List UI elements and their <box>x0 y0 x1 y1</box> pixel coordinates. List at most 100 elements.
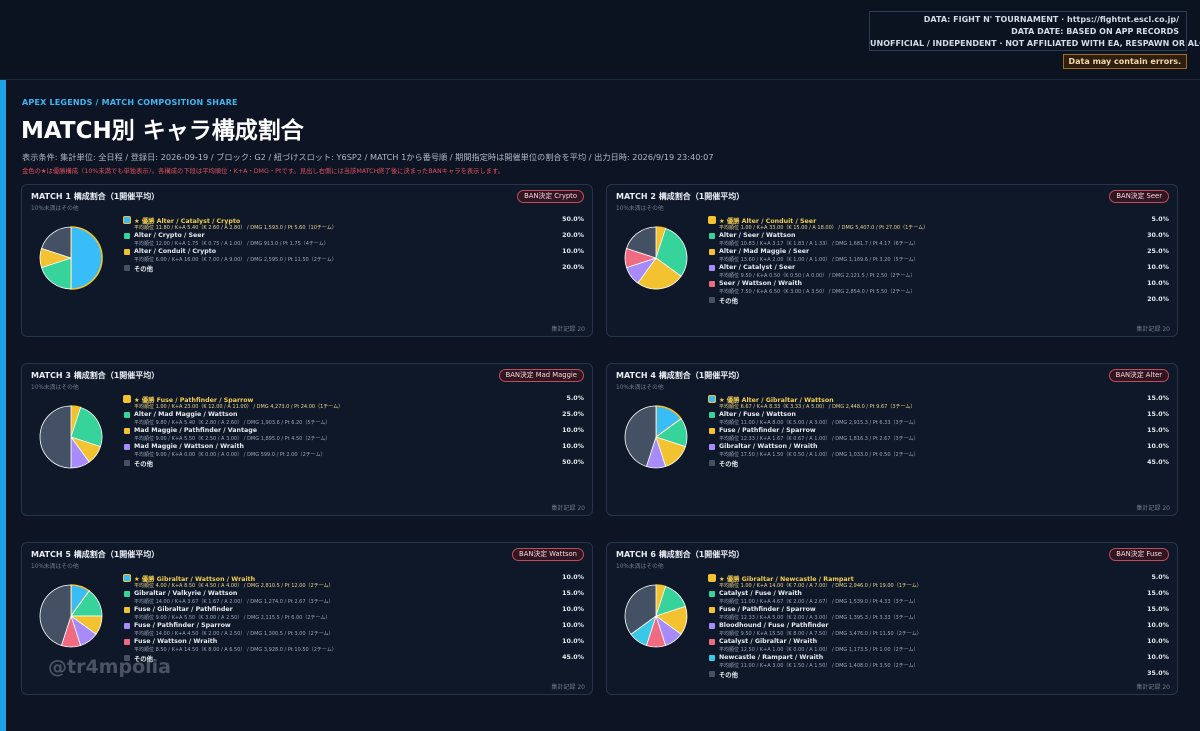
legend-percent: 30.0% <box>1147 232 1169 239</box>
chart-legend: ★ 優勝 Fuse / Pathfinder / Sparrow 平均順位 1.0… <box>124 395 584 472</box>
legend-percent: 10.0% <box>562 574 584 581</box>
legend-percent: 45.0% <box>562 654 584 661</box>
legend-swatch <box>124 265 130 271</box>
legend-stats: 平均順位 6.00 / K+A 16.00（K 7.00 / A 9.00） /… <box>134 257 337 263</box>
legend-label: Fuse / Pathfinder / Sparrow <box>134 622 231 629</box>
legend-label: Alter / Conduit / Crypto <box>134 248 217 255</box>
legend-stats: 平均順位 9.50 / K+A 15.50（K 8.00 / A 7.50） /… <box>719 631 922 637</box>
legend-percent: 15.0% <box>1147 411 1169 418</box>
record-count: 集計記録 20 <box>1136 684 1170 691</box>
credit-date: DATA DATE: BASED ON APP RECORDS <box>1011 27 1179 36</box>
pie-chart <box>39 397 103 477</box>
legend-item: ★ 優勝 Gibraltar / Newcastle / Rampart 平均順位… <box>709 574 1169 590</box>
credit-disclaimer: UNOFFICIAL / INDEPENDENT · NOT AFFILIATE… <box>870 39 1200 48</box>
legend-swatch <box>709 249 715 255</box>
legend-swatch <box>709 281 715 287</box>
legend-swatch <box>709 460 715 466</box>
legend-swatch <box>709 217 715 223</box>
legend-percent: 25.0% <box>1147 248 1169 255</box>
ban-badge: BAN決定 Alter <box>1108 369 1169 382</box>
legend-swatch <box>709 265 715 271</box>
record-count: 集計記録 20 <box>551 684 585 691</box>
legend-swatch <box>124 217 130 223</box>
legend-stats: 平均順位 9.80 / K+A 5.40（K 2.80 / A 2.60） / … <box>134 420 331 426</box>
legend-percent: 10.0% <box>562 427 584 434</box>
legend-percent: 10.0% <box>1147 264 1169 271</box>
ban-badge: BAN決定 Fuse <box>1109 548 1169 561</box>
record-count: 集計記録 20 <box>551 326 585 333</box>
legend-swatch <box>709 233 715 239</box>
legend-stats: 平均順位 9.00 / K+A 0.00（K 0.00 / A 0.00） / … <box>134 452 326 458</box>
legend-percent: 50.0% <box>562 459 584 466</box>
legend-swatch <box>124 460 130 466</box>
legend-item: その他 20.0% <box>124 264 584 277</box>
chart-legend: ★ 優勝 Alter / Gibraltar / Wattson 平均順位 6.6… <box>709 395 1169 472</box>
legend-swatch <box>709 655 715 661</box>
legend-percent: 10.0% <box>562 622 584 629</box>
eyebrow-label: APEX LEGENDS / MATCH COMPOSITION SHARE <box>22 98 238 107</box>
record-count: 集計記録 20 <box>1136 326 1170 333</box>
legend-swatch <box>124 412 130 418</box>
legend-label: Fuse / Pathfinder / Sparrow <box>719 606 816 613</box>
legend-stats: 平均順位 17.50 / K+A 1.50（K 0.50 / A 1.00） /… <box>719 452 919 458</box>
legend-swatch <box>709 412 715 418</box>
legend-swatch <box>709 591 715 597</box>
ban-badge: BAN決定 Seer <box>1109 190 1169 203</box>
legend-label: Fuse / Pathfinder / Sparrow <box>719 427 816 434</box>
legend-item: Catalyst / Fuse / Wraith 平均順位 11.00 / K+A… <box>709 590 1169 606</box>
chart-title: MATCH 4 構成割合（1開催平均） <box>616 371 745 380</box>
match-card-2: MATCH 2 構成割合（1開催平均） 10%未満はその他 BAN決定 Seer 集計… <box>606 184 1178 337</box>
legend-swatch <box>709 575 715 581</box>
legend-swatch <box>124 575 130 581</box>
legend-stats: 平均順位 1.00 / K+A 23.00（K 12.00 / A 11.00）… <box>134 404 344 410</box>
legend-stats: 平均順位 10.83 / K+A 3.17（K 1.83 / A 1.33） /… <box>719 241 919 247</box>
legend-stats: 平均順位 9.00 / K+A 5.50（K 3.00 / A 2.50） / … <box>134 615 331 621</box>
legend-percent: 45.0% <box>1147 459 1169 466</box>
pie-svg <box>624 226 688 290</box>
legend-label: Alter / Mad Maggie / Seer <box>719 248 810 255</box>
legend-percent: 20.0% <box>562 232 584 239</box>
legend-item: Mad Maggie / Pathfinder / Vantage 平均順位 9.… <box>124 427 584 443</box>
accent-stripe <box>0 80 6 731</box>
chart-subtitle: 10%未満はその他 <box>616 206 664 212</box>
pie-svg <box>39 226 103 290</box>
legend-stats: 平均順位 14.00 / K+A 4.50（K 2.00 / A 2.50） /… <box>134 631 334 637</box>
legend-item: Catalyst / Gibraltar / Wraith 平均順位 12.50 … <box>709 638 1169 654</box>
legend-stats: 平均順位 11.00 / K+A 8.00（K 5.00 / A 3.00） /… <box>719 420 919 426</box>
pie-chart <box>39 218 103 298</box>
legend-stats: 平均順位 12.33 / K+A 1.67（K 0.67 / A 1.00） /… <box>719 436 919 442</box>
legend-swatch <box>709 607 715 613</box>
legend-item: その他 50.0% <box>124 459 584 472</box>
legend-item: その他 45.0% <box>124 654 584 667</box>
legend-item: Gibraltar / Valkyrie / Wattson 平均順位 14.00… <box>124 590 584 606</box>
legend-swatch <box>709 639 715 645</box>
legend-percent: 50.0% <box>562 216 584 223</box>
legend-label: Gibraltar / Valkyrie / Wattson <box>134 590 238 597</box>
legend-label: Alter / Fuse / Wattson <box>719 411 796 418</box>
chart-title: MATCH 6 構成割合（1開催平均） <box>616 550 745 559</box>
chart-title: MATCH 2 構成割合（1開催平均） <box>616 192 745 201</box>
legend-swatch <box>709 623 715 629</box>
chart-legend: ★ 優勝 Alter / Conduit / Seer 平均順位 1.00 / K… <box>709 216 1169 309</box>
legend-item: ★ 優勝 Alter / Catalyst / Crypto 平均順位 11.80… <box>124 216 584 232</box>
legend-swatch <box>709 428 715 434</box>
chart-title: MATCH 1 構成割合（1開催平均） <box>31 192 160 201</box>
legend-label: Gibraltar / Wattson / Wraith <box>719 443 818 450</box>
legend-stats: 平均順位 11.00 / K+A 3.00（K 1.50 / A 1.50） /… <box>719 663 919 669</box>
legend-label: Alter / Seer / Wattson <box>719 232 796 239</box>
legend-swatch <box>124 249 130 255</box>
legend-item: Fuse / Pathfinder / Sparrow 平均順位 12.33 / … <box>709 427 1169 443</box>
legend-percent: 35.0% <box>1147 670 1169 677</box>
legend-label: その他 <box>719 672 738 679</box>
legend-stats: 平均順位 12.50 / K+A 1.00（K 0.00 / A 1.00） /… <box>719 647 919 653</box>
pie-chart <box>624 218 688 298</box>
legend-label: その他 <box>719 461 738 468</box>
pie-slice-1 <box>70 226 103 290</box>
ban-badge: BAN決定 Mad Maggie <box>498 369 584 382</box>
legend-item: ★ 優勝 Alter / Conduit / Seer 平均順位 1.00 / K… <box>709 216 1169 232</box>
legend-percent: 10.0% <box>1147 280 1169 287</box>
legend-note: 金色の★は優勝構成（10%未満でも単独表示）。各構成の下段は平均順位・K+A・D… <box>22 168 505 175</box>
legend-item: Fuse / Pathfinder / Sparrow 平均順位 12.33 / … <box>709 606 1169 622</box>
legend-stats: 平均順位 1.00 / K+A 14.00（K 7.00 / A 7.00） /… <box>719 583 922 589</box>
legend-percent: 15.0% <box>562 590 584 597</box>
